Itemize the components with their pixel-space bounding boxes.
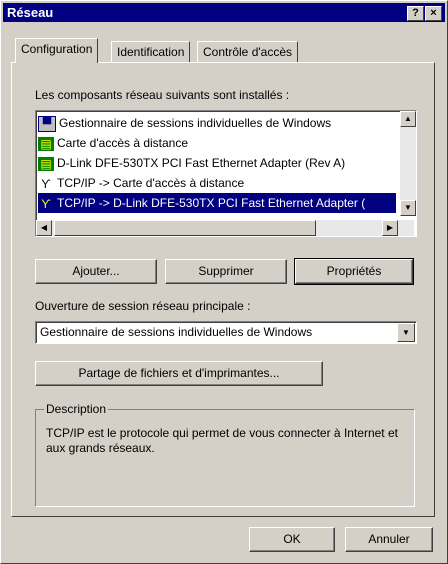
window-title: Réseau [7,5,54,20]
file-print-sharing-button[interactable]: Partage de fichiers et d'imprimantes... [35,361,323,386]
list-item-selected[interactable]: Ƴ TCP/IP -> D-Link DFE-530TX PCI Fast Eth… [38,193,396,213]
client-icon: ▀ [38,115,56,132]
list-item[interactable]: ▀ Gestionnaire de sessions individuelles … [38,113,396,133]
primary-logon-select[interactable]: Gestionnaire de sessions individuelles d… [35,321,417,344]
vertical-scrollbar[interactable]: ▲ ▼ [400,111,416,216]
components-list[interactable]: ▀ Gestionnaire de sessions individuelles … [35,110,417,237]
scroll-right-icon[interactable]: ▶ [382,220,398,236]
remove-button[interactable]: Supprimer [165,259,287,284]
protocol-icon: Ƴ [41,176,51,191]
primary-logon-label: Ouverture de session réseau principale : [35,299,251,313]
primary-logon-value: Gestionnaire de sessions individuelles d… [40,325,313,339]
tab-identification[interactable]: Identification [111,41,191,62]
scroll-left-icon[interactable]: ◀ [36,220,52,236]
close-button[interactable]: × [425,6,442,21]
adapter-icon: ▤ [38,136,54,151]
list-item[interactable]: ▤ Carte d'accès à distance [38,133,396,153]
horizontal-scrollbar[interactable]: ◀ ▶ [36,220,414,236]
adapter-icon: ▤ [38,156,54,171]
description-legend: Description [44,402,109,416]
network-dialog: Réseau ? × Configuration Identification … [0,0,448,564]
chevron-down-icon[interactable]: ▼ [397,323,415,342]
tab-configuration[interactable]: Configuration [15,38,99,63]
cancel-button[interactable]: Annuler [345,527,433,552]
description-text: TCP/IP est le protocole qui permet de vo… [46,426,398,455]
scroll-down-icon[interactable]: ▼ [400,200,416,216]
list-item[interactable]: Ƴ TCP/IP -> Carte d'accès à distance [38,173,396,193]
title-bar: Réseau ? × [3,3,445,22]
description-group: Description TCP/IP est le protocole qui … [35,402,415,507]
tab-access-control[interactable]: Contrôle d'accès [197,41,299,62]
scroll-up-icon[interactable]: ▲ [400,111,416,127]
properties-button[interactable]: Propriétés [294,258,414,285]
help-button[interactable]: ? [407,6,424,21]
list-item[interactable]: ▤ D-Link DFE-530TX PCI Fast Ethernet Adap… [38,153,396,173]
ok-button[interactable]: OK [249,527,335,552]
scroll-thumb[interactable] [54,220,316,236]
components-label: Les composants réseau suivants sont inst… [35,88,290,102]
add-button[interactable]: Ajouter... [35,259,157,284]
protocol-icon: Ƴ [41,196,51,211]
